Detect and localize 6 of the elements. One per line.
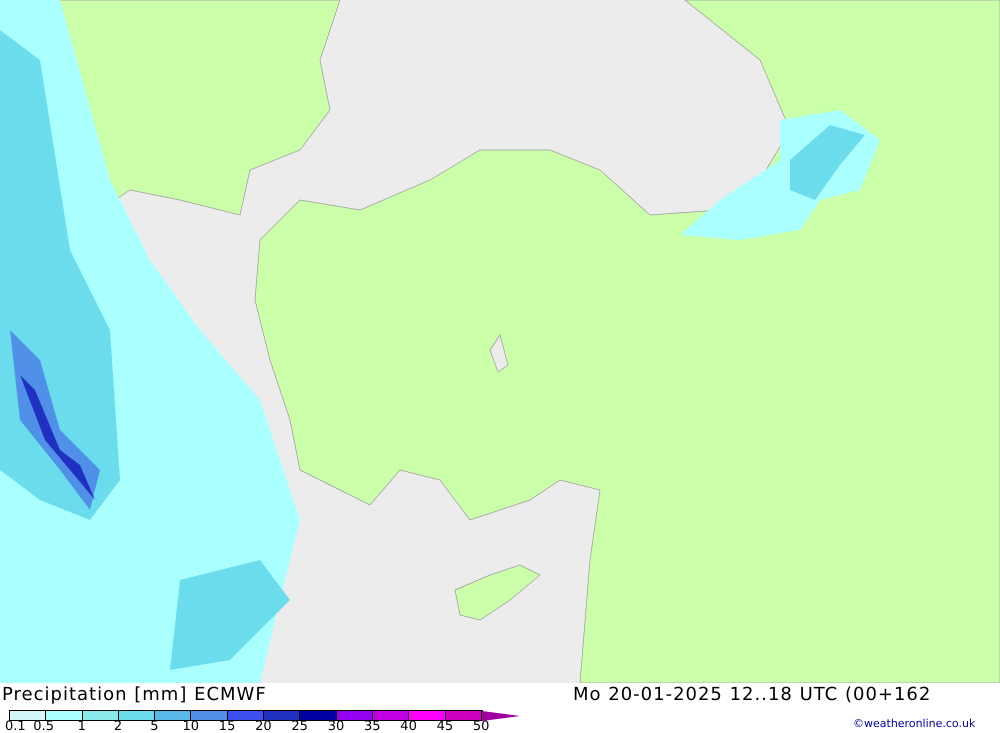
scale-label: 0.1	[5, 720, 26, 733]
scale-label: 50	[472, 720, 490, 733]
credit-link[interactable]: ©weatheronline.co.uk	[853, 717, 976, 730]
valid-time: Mo 20-01-2025 12..18 UTC (00+162	[573, 684, 932, 706]
map-title: Precipitation [mm] ECMWF	[2, 684, 267, 706]
scale-label: 40	[400, 720, 417, 733]
